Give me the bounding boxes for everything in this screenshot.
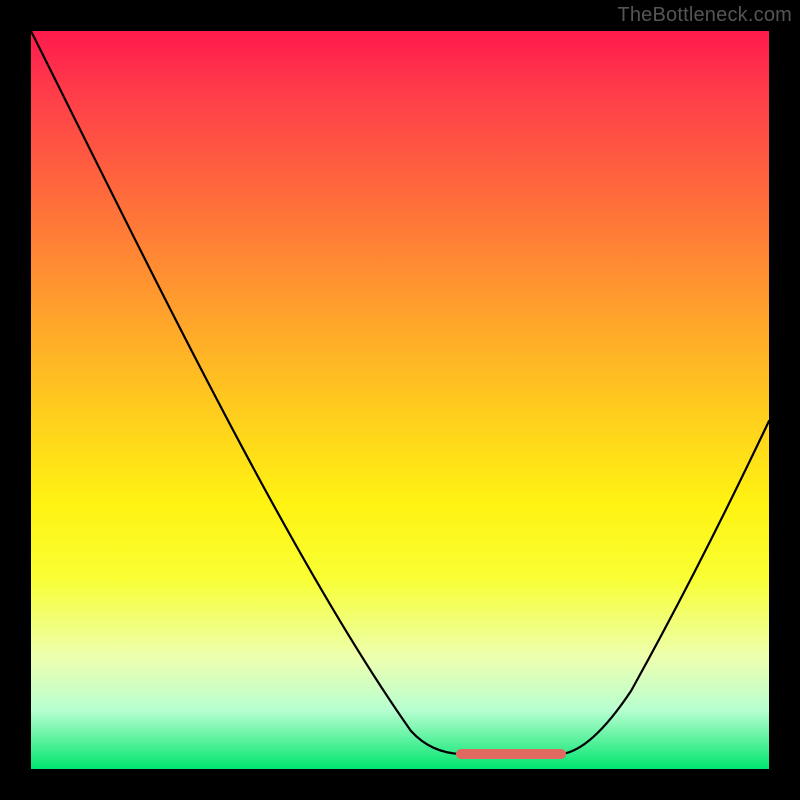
- accent-endpoint-left: [456, 749, 466, 759]
- accent-endpoint-right: [556, 749, 566, 759]
- chart-frame: TheBottleneck.com: [0, 0, 800, 800]
- watermark-text: TheBottleneck.com: [617, 4, 792, 27]
- curve-left: [31, 31, 461, 754]
- curve-right: [561, 421, 769, 754]
- chart-svg: [31, 31, 769, 769]
